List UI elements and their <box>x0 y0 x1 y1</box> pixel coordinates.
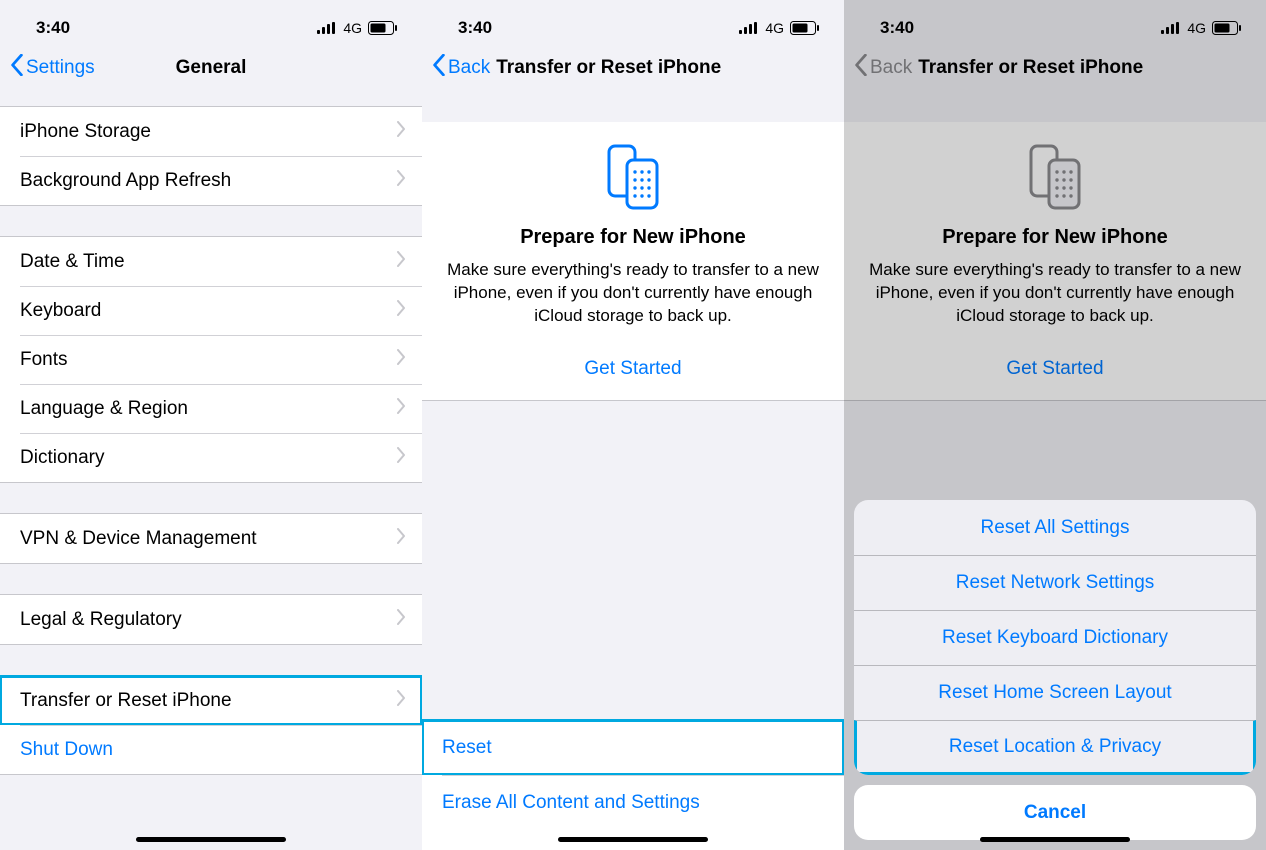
row-label: iPhone Storage <box>20 121 151 143</box>
sheet-reset-network-settings[interactable]: Reset Network Settings <box>854 555 1256 610</box>
chevron-left-icon <box>432 54 446 82</box>
list-section-vpn: VPN & Device Management <box>0 513 422 564</box>
chevron-right-icon <box>397 528 406 550</box>
back-button[interactable]: Back <box>432 54 490 82</box>
row-label: Reset <box>442 737 492 759</box>
sheet-label: Reset Home Screen Layout <box>938 682 1171 704</box>
status-right: 4G <box>739 20 820 36</box>
prepare-title: Prepare for New iPhone <box>446 226 820 249</box>
network-label: 4G <box>343 20 362 36</box>
chevron-right-icon <box>397 121 406 143</box>
back-button[interactable]: Settings <box>10 54 95 82</box>
status-time: 3:40 <box>36 18 70 38</box>
row-vpn-device-management[interactable]: VPN & Device Management <box>0 514 422 563</box>
prepare-body: Make sure everything's ready to transfer… <box>446 259 820 328</box>
row-label: VPN & Device Management <box>20 528 257 550</box>
cellular-signal-icon <box>317 22 337 34</box>
row-label: Erase All Content and Settings <box>442 792 700 814</box>
status-time: 3:40 <box>458 18 492 38</box>
bottom-actions: Reset Erase All Content and Settings <box>422 719 844 850</box>
sheet-cancel-button[interactable]: Cancel <box>854 785 1256 840</box>
battery-icon <box>368 21 398 35</box>
sheet-label: Reset Keyboard Dictionary <box>942 627 1168 649</box>
row-label: Dictionary <box>20 447 104 469</box>
chevron-right-icon <box>397 609 406 631</box>
cancel-label: Cancel <box>1024 802 1086 824</box>
row-legal-regulatory[interactable]: Legal & Regulatory <box>0 595 422 644</box>
chevron-right-icon <box>397 170 406 192</box>
sheet-label: Reset Network Settings <box>956 572 1155 594</box>
screen-transfer-reset: 3:40 4G Back Transfer or Reset iPhone <box>422 0 844 850</box>
list-section-legal: Legal & Regulatory <box>0 594 422 645</box>
row-language-region[interactable]: Language & Region <box>0 384 422 433</box>
sheet-label: Reset Location & Privacy <box>949 736 1161 758</box>
nav-bar: Back Transfer or Reset iPhone <box>422 44 844 92</box>
prepare-card: Prepare for New iPhone Make sure everyth… <box>422 122 844 401</box>
home-indicator[interactable] <box>558 837 708 842</box>
row-reset[interactable]: Reset <box>422 720 844 775</box>
row-iphone-storage[interactable]: iPhone Storage <box>0 107 422 156</box>
row-dictionary[interactable]: Dictionary <box>0 433 422 482</box>
chevron-right-icon <box>397 398 406 420</box>
row-label: Keyboard <box>20 300 101 322</box>
nav-bar: Settings General <box>0 44 422 92</box>
status-bar: 3:40 4G <box>0 0 422 44</box>
row-date-time[interactable]: Date & Time <box>0 237 422 286</box>
row-label: Shut Down <box>20 739 113 761</box>
nav-title: Transfer or Reset iPhone <box>496 57 721 79</box>
nav-title: General <box>176 57 247 79</box>
row-erase-all[interactable]: Erase All Content and Settings <box>422 775 844 830</box>
sheet-reset-location-privacy[interactable]: Reset Location & Privacy <box>854 720 1256 775</box>
sheet-reset-keyboard-dictionary[interactable]: Reset Keyboard Dictionary <box>854 610 1256 665</box>
action-sheet-group: Reset All Settings Reset Network Setting… <box>854 500 1256 775</box>
status-right: 4G <box>317 20 398 36</box>
sheet-reset-home-screen-layout[interactable]: Reset Home Screen Layout <box>854 665 1256 720</box>
row-label: Transfer or Reset iPhone <box>20 690 232 712</box>
row-keyboard[interactable]: Keyboard <box>0 286 422 335</box>
network-label: 4G <box>765 20 784 36</box>
home-indicator[interactable] <box>136 837 286 842</box>
chevron-left-icon <box>10 54 24 82</box>
row-background-app-refresh[interactable]: Background App Refresh <box>0 156 422 205</box>
get-started-button[interactable]: Get Started <box>446 358 820 380</box>
cellular-signal-icon <box>739 22 759 34</box>
list-section-storage: iPhone Storage Background App Refresh <box>0 106 422 206</box>
row-label: Background App Refresh <box>20 170 231 192</box>
home-indicator[interactable] <box>980 837 1130 842</box>
back-label: Settings <box>26 57 95 79</box>
chevron-right-icon <box>397 690 406 712</box>
row-fonts[interactable]: Fonts <box>0 335 422 384</box>
row-shut-down[interactable]: Shut Down <box>0 725 422 774</box>
back-label: Back <box>448 57 490 79</box>
row-label: Language & Region <box>20 398 188 420</box>
chevron-right-icon <box>397 251 406 273</box>
chevron-right-icon <box>397 300 406 322</box>
row-label: Legal & Regulatory <box>20 609 182 631</box>
action-sheet: Reset All Settings Reset Network Setting… <box>854 500 1256 840</box>
sheet-label: Reset All Settings <box>981 517 1130 539</box>
sheet-reset-all-settings[interactable]: Reset All Settings <box>854 500 1256 555</box>
row-label: Date & Time <box>20 251 125 273</box>
list-section-reset: Transfer or Reset iPhone Shut Down <box>0 675 422 775</box>
screen-general: 3:40 4G Settings General iPhone Storage … <box>0 0 422 850</box>
chevron-right-icon <box>397 349 406 371</box>
list-section-general: Date & Time Keyboard Fonts Language & Re… <box>0 236 422 483</box>
screen-reset-sheet: 3:40 4G Back Transfer or Reset iPhone <box>844 0 1266 850</box>
prepare-phones-icon <box>446 142 820 212</box>
battery-icon <box>790 21 820 35</box>
status-bar: 3:40 4G <box>422 0 844 44</box>
row-label: Fonts <box>20 349 68 371</box>
row-transfer-or-reset[interactable]: Transfer or Reset iPhone <box>0 676 422 725</box>
chevron-right-icon <box>397 447 406 469</box>
